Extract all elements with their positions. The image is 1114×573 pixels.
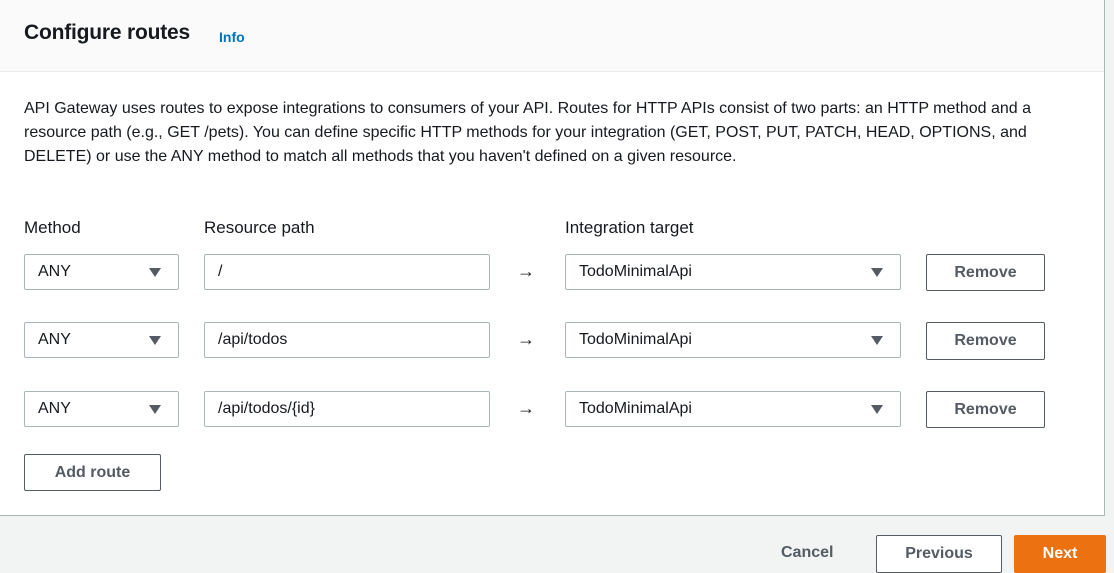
route-1-method-value: ANY [38,263,71,280]
right-arrow-icon: → [517,261,535,281]
route-1-remove-button[interactable]: Remove [926,254,1045,291]
section-description: API Gateway uses routes to expose integr… [24,100,1032,165]
previous-button[interactable]: Previous [876,535,1002,573]
route-3-method-value: ANY [38,400,71,417]
caret-down-icon [871,268,883,277]
right-arrow-icon: → [517,329,535,349]
route-1-target-select[interactable]: TodoMinimalApi [565,254,901,290]
route-3-method-select[interactable]: ANY [24,391,179,427]
route-1-path-input[interactable]: / [204,254,490,290]
route-2-method-select[interactable]: ANY [24,322,179,358]
route-1-target-value: TodoMinimalApi [579,263,692,280]
route-3-remove-button[interactable]: Remove [926,391,1045,428]
caret-down-icon [149,268,161,277]
panel-header: Configure routes Info [0,0,1104,72]
route-3-path-input[interactable]: /api/todos/{id} [204,391,490,427]
route-1-method-select[interactable]: ANY [24,254,179,290]
caret-down-icon [871,336,883,345]
add-route-button[interactable]: Add route [24,454,161,491]
route-3-target-select[interactable]: TodoMinimalApi [565,391,901,427]
next-button[interactable]: Next [1014,535,1106,573]
caret-down-icon [149,336,161,345]
route-2-remove-button[interactable]: Remove [926,322,1045,360]
configure-routes-panel: Configure routes Info API Gateway uses r… [0,0,1105,516]
route-3-target-value: TodoMinimalApi [579,400,692,417]
resource-path-column-label: Resource path [204,218,315,237]
integration-target-column-label: Integration target [565,218,694,237]
cancel-button[interactable]: Cancel [781,544,833,562]
caret-down-icon [149,405,161,414]
method-column-label: Method [24,218,81,237]
route-2-target-select[interactable]: TodoMinimalApi [565,322,901,358]
right-arrow-icon: → [517,398,535,418]
caret-down-icon [871,405,883,414]
info-link[interactable]: Info [219,29,245,45]
route-2-method-value: ANY [38,331,71,348]
route-2-path-input[interactable]: /api/todos [204,322,490,358]
section-title: Configure routes [24,21,190,44]
route-2-target-value: TodoMinimalApi [579,331,692,348]
